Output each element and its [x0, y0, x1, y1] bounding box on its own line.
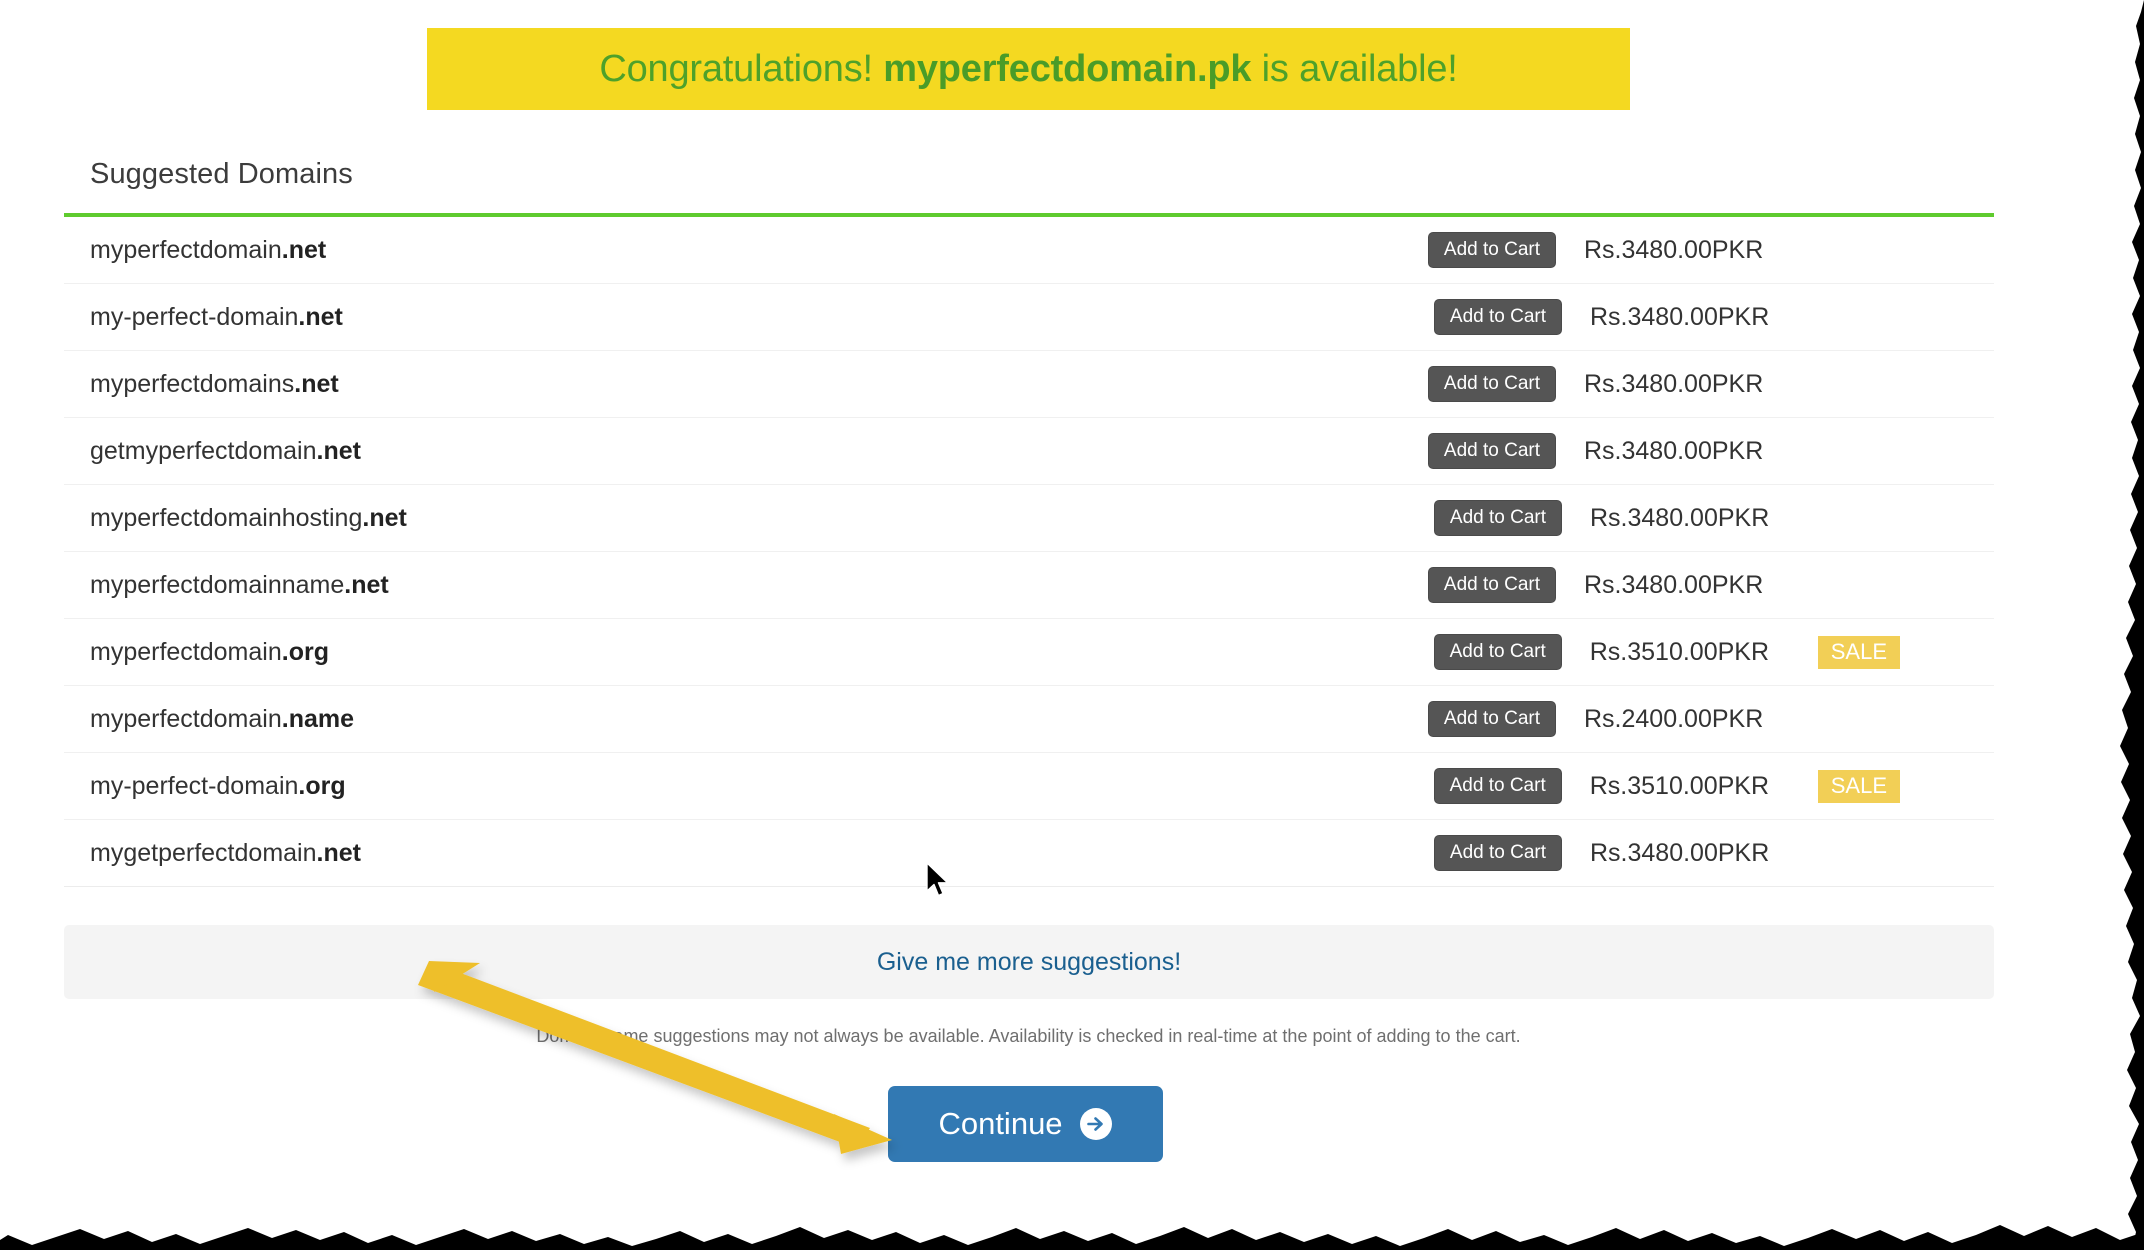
domain-price: Rs.3510.00PKR [1589, 637, 1770, 666]
domain-sld: myperfectdomain [90, 637, 282, 666]
table-row: myperfectdomainhosting.net Add to Cart Rs.… [64, 485, 1994, 552]
domain-price: Rs.3480.00PKR [1590, 503, 1770, 532]
domain-price: Rs.2400.00PKR [1584, 704, 1764, 733]
add-to-cart-button[interactable]: Add to Cart [1433, 299, 1562, 335]
domain-price: Rs.3480.00PKR [1584, 436, 1764, 465]
domain-price: Rs.3480.00PKR [1584, 235, 1764, 264]
domain-name: myperfectdomainname.net [90, 571, 389, 600]
domain-tld: .net [298, 302, 343, 331]
domain-price: Rs.3480.00PKR [1590, 302, 1770, 331]
domain-sld: myperfectdomain [90, 704, 282, 733]
row-actions: Add to Cart Rs.3510.00PKR SALE [1433, 634, 1900, 670]
domain-name: myperfectdomain.net [90, 236, 326, 265]
table-row: mygetperfectdomain.net Add to Cart Rs.3480… [64, 820, 1994, 887]
give-me-more-suggestions-link[interactable]: Give me more suggestions! [877, 948, 1181, 977]
domain-tld: .net [316, 436, 361, 465]
add-to-cart-button[interactable]: Add to Cart [1427, 701, 1556, 737]
add-to-cart-button[interactable]: Add to Cart [1427, 232, 1556, 268]
banner-prefix: Congratulations! [599, 47, 884, 90]
add-to-cart-button[interactable]: Add to Cart [1427, 366, 1556, 402]
domain-tld: .net [281, 235, 327, 264]
torn-edge-bottom [0, 1225, 2144, 1250]
domain-sld: myperfectdomain [90, 235, 282, 264]
add-to-cart-button[interactable]: Add to Cart [1433, 768, 1562, 804]
row-actions: Add to Cart Rs.3480.00PKR [1427, 232, 1798, 268]
domain-name: mygetperfectdomain.net [90, 839, 361, 868]
table-row: myperfectdomain.name Add to Cart Rs.2400.0… [64, 686, 1994, 753]
torn-edge-right [2120, 0, 2144, 1250]
domain-tld: .net [344, 570, 389, 599]
domain-tld: .net [316, 838, 361, 867]
domain-price: Rs.3510.00PKR [1589, 771, 1770, 800]
table-row: myperfectdomain.net Add to Cart Rs.3480.00… [64, 217, 1994, 284]
table-row: my-perfect-domain.org Add to Cart Rs.3510.… [64, 753, 1994, 820]
table-row: myperfectdomains.net Add to Cart Rs.3480.0… [64, 351, 1994, 418]
table-row: myperfectdomainname.net Add to Cart Rs.348… [64, 552, 1994, 619]
status-badge: SALE [1817, 635, 1900, 669]
continue-button-label: Continue [938, 1106, 1063, 1141]
domain-tld: .net [294, 369, 339, 398]
table-row: myperfectdomain.org Add to Cart Rs.3510.00… [64, 619, 1994, 686]
domain-sld: myperfectdomainhosting [90, 503, 363, 532]
arrow-circle-right-icon [1079, 1107, 1113, 1141]
domain-name: my-perfect-domain.net [90, 303, 343, 332]
add-to-cart-button[interactable]: Add to Cart [1427, 567, 1556, 603]
add-to-cart-button[interactable]: Add to Cart [1433, 500, 1562, 536]
suggested-domains-table: myperfectdomain.net Add to Cart Rs.3480.00… [64, 213, 1994, 887]
row-actions: Add to Cart Rs.3480.00PKR [1427, 567, 1798, 603]
row-actions: Add to Cart Rs.3480.00PKR [1427, 366, 1798, 402]
domain-sld: myperfectdomainname [90, 570, 345, 599]
continue-button[interactable]: Continue [888, 1086, 1163, 1162]
row-actions: Add to Cart Rs.3480.00PKR [1433, 835, 1804, 871]
domain-price: Rs.3480.00PKR [1590, 838, 1770, 867]
row-actions: Add to Cart Rs.3480.00PKR [1433, 500, 1804, 536]
domain-tld: .org [298, 771, 346, 800]
domain-sld: mygetperfectdomain [90, 838, 317, 867]
add-to-cart-button[interactable]: Add to Cart [1433, 835, 1562, 871]
availability-disclaimer: Domain name suggestions may not always b… [536, 1026, 1521, 1046]
domain-sld: my-perfect-domain [90, 771, 299, 800]
domain-name: myperfectdomainhosting.net [90, 504, 407, 533]
more-suggestions-panel: Give me more suggestions! [64, 925, 1994, 999]
domain-sld: myperfectdomains [90, 369, 295, 398]
domain-name: getmyperfectdomain.net [90, 437, 361, 466]
table-row: getmyperfectdomain.net Add to Cart Rs.3480… [64, 418, 1994, 485]
row-actions: Add to Cart Rs.3480.00PKR [1427, 433, 1798, 469]
table-row: my-perfect-domain.net Add to Cart Rs.3480.… [64, 284, 1994, 351]
domain-name: myperfectdomain.name [90, 705, 354, 734]
row-actions: Add to Cart Rs.2400.00PKR [1427, 701, 1798, 737]
add-to-cart-button[interactable]: Add to Cart [1433, 634, 1562, 670]
domain-tld: .name [281, 704, 355, 733]
domain-name: myperfectdomain.org [90, 638, 329, 667]
row-actions: Add to Cart Rs.3480.00PKR [1433, 299, 1804, 335]
domain-price: Rs.3480.00PKR [1584, 570, 1764, 599]
domain-tld: .net [362, 503, 407, 532]
banner-domain: myperfectdomain.pk [883, 47, 1252, 90]
domain-sld: my-perfect-domain [90, 302, 299, 331]
availability-banner-text: Congratulations! myperfectdomain.pk is a… [599, 48, 1457, 91]
availability-banner: Congratulations! myperfectdomain.pk is a… [427, 28, 1630, 110]
status-badge: SALE [1817, 769, 1900, 803]
add-to-cart-button[interactable]: Add to Cart [1427, 433, 1556, 469]
domain-name: my-perfect-domain.org [90, 772, 346, 801]
domain-sld: getmyperfectdomain [90, 436, 317, 465]
banner-suffix: is available! [1251, 47, 1458, 90]
domain-price: Rs.3480.00PKR [1584, 369, 1764, 398]
row-actions: Add to Cart Rs.3510.00PKR SALE [1433, 768, 1900, 804]
domain-tld: .org [281, 637, 329, 666]
domain-name: myperfectdomains.net [90, 370, 339, 399]
page-title: Suggested Domains [90, 158, 353, 190]
